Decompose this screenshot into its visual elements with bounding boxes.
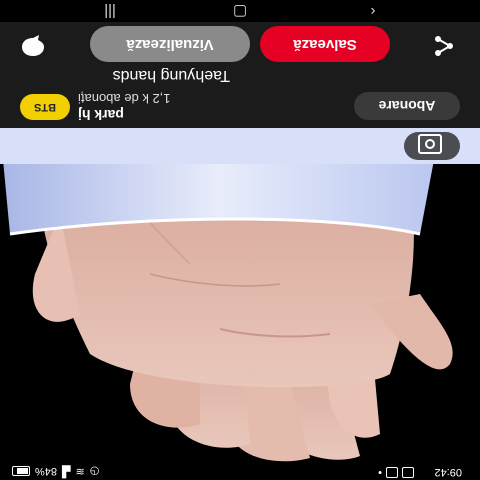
pin-closeup-screen: 09:42 • ◷ ≋ ▟ 84% Abonare park hj 1,2 k … [0, 0, 480, 480]
save-button[interactable]: Salvează [260, 26, 390, 62]
share-icon[interactable] [432, 34, 456, 58]
hands-photo [0, 128, 480, 462]
status-time: 09:42 [434, 466, 462, 478]
action-bar: Salvează Vizualizează [0, 22, 480, 68]
visualize-button[interactable]: Vizualizează [90, 26, 250, 62]
account-info[interactable]: park hj 1,2 k de abonați [78, 90, 218, 124]
pin-info-panel: Abonare park hj 1,2 k de abonați BTS Tae… [0, 67, 480, 128]
status-left-icons: • [378, 466, 414, 478]
wifi-icon: ≋ [75, 465, 85, 477]
nav-recents-button[interactable]: ||| [95, 2, 125, 20]
nav-home-button[interactable]: ▢ [225, 2, 255, 20]
avatar[interactable]: BTS [20, 94, 70, 120]
pin-image[interactable]: ‹ [0, 128, 480, 464]
system-navigation-bar: ‹ ▢ ||| [0, 0, 480, 22]
whatsapp-icon [402, 467, 414, 478]
subscriber-count: 1,2 k de abonați [78, 91, 171, 106]
nav-back-button[interactable]: ‹ [358, 2, 388, 20]
notification-dot-icon: • [378, 466, 382, 478]
visual-search-icon-center [425, 139, 435, 149]
battery-percentage: 84% [35, 465, 58, 478]
pin-title: Taehyung hands [112, 67, 230, 84]
battery-icon [12, 466, 30, 477]
visual-search-button[interactable] [404, 132, 460, 160]
alarm-icon: ◷ [89, 465, 100, 477]
status-bar: 09:42 • ◷ ≋ ▟ 84% [0, 464, 480, 480]
account-name[interactable]: park hj [78, 106, 218, 124]
gallery-icon [386, 467, 398, 478]
subscribe-button[interactable]: Abonare [354, 92, 460, 120]
signal-icon: ▟ [62, 465, 71, 477]
status-right-icons: ◷ ≋ ▟ 84% [12, 465, 99, 478]
comment-icon[interactable] [20, 34, 46, 58]
